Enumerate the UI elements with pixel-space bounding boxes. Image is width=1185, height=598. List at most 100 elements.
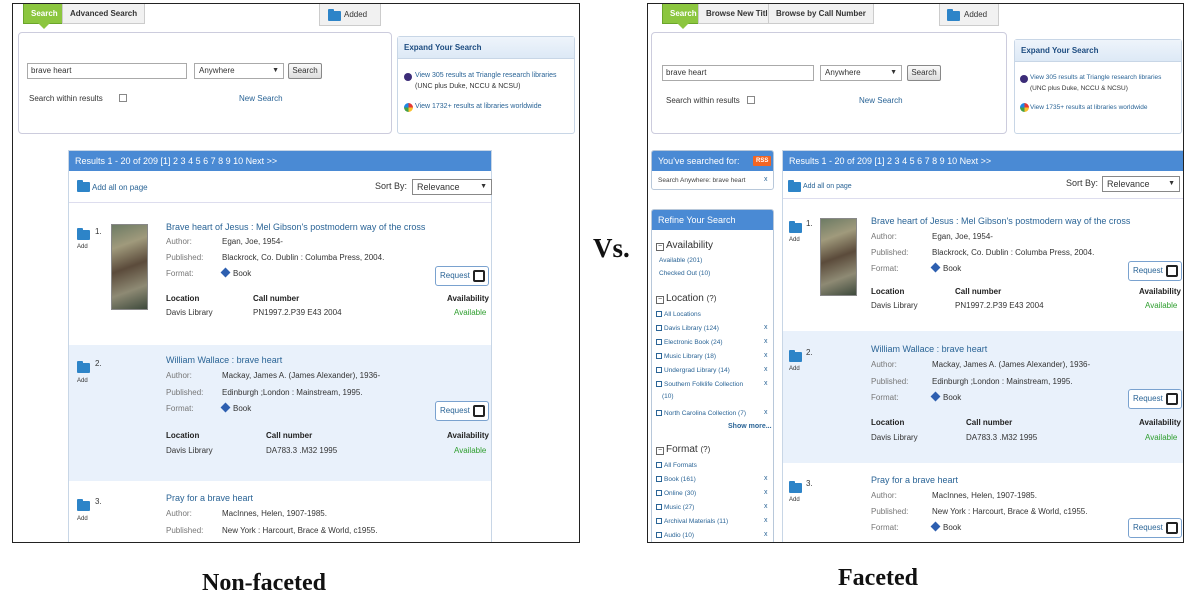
added-items-tab[interactable]: Added (0) [939, 4, 999, 41]
facet-item-label: Audio (10) [664, 532, 694, 539]
facet-item-music[interactable]: Music (27) [656, 504, 694, 511]
call-number-heading: Call number [955, 287, 1002, 296]
request-button[interactable]: Request [1128, 518, 1182, 538]
add-label[interactable]: Add [77, 378, 88, 384]
exclude-icon[interactable]: x [764, 324, 768, 331]
request-button[interactable]: Request [435, 266, 489, 286]
remove-search-icon[interactable]: x [764, 176, 768, 183]
published-value: Blackrock, Co. Dublin : Columba Press, 2… [222, 253, 385, 262]
search-button[interactable]: Search [907, 65, 941, 81]
folder-icon[interactable] [77, 499, 90, 511]
add-all-link[interactable]: Add all on page [92, 183, 148, 192]
book-icon [930, 521, 941, 532]
facet-item-music-library[interactable]: Music Library (18) [656, 353, 716, 360]
book-cover-image[interactable] [111, 224, 148, 310]
folder-icon[interactable] [789, 350, 802, 362]
format-facet-title[interactable]: − Format (?) [656, 444, 710, 455]
result-number: 3. [95, 497, 102, 506]
sort-select[interactable]: Relevance ▼ [412, 179, 492, 195]
search-scope-select[interactable]: Anywhere ▼ [820, 65, 902, 81]
availability-status: Available [1145, 301, 1178, 310]
folder-icon[interactable] [789, 221, 802, 233]
results-pagination-bar[interactable]: Results 1 - 20 of 209 [1] 2 3 4 5 6 7 8 … [783, 151, 1183, 171]
triangle-libraries-link[interactable]: View 305 results at Triangle research li… [1030, 74, 1161, 81]
search-button[interactable]: Search [288, 63, 322, 79]
facet-item-available[interactable]: Available (201) [659, 257, 702, 264]
exclude-icon[interactable]: x [764, 531, 768, 538]
search-input[interactable]: brave heart [27, 63, 187, 79]
facet-item-book[interactable]: Book (161) [656, 476, 696, 483]
folder-icon[interactable] [77, 228, 90, 240]
facet-item-online[interactable]: Online (30) [656, 490, 696, 497]
add-label[interactable]: Add [789, 497, 800, 503]
author-value: Egan, Joe, 1954- [222, 237, 283, 246]
exclude-icon[interactable]: x [764, 366, 768, 373]
search-scope-select[interactable]: Anywhere ▼ [194, 63, 284, 79]
results-pagination-bar[interactable]: Results 1 - 20 of 209 [1] 2 3 4 5 6 7 8 … [69, 151, 491, 171]
facet-item-davis[interactable]: Davis Library (124) [656, 325, 719, 332]
availability-heading: Availability [1139, 287, 1181, 296]
triangle-libraries-link[interactable]: View 305 results at Triangle research li… [415, 72, 557, 79]
exclude-icon[interactable]: x [764, 338, 768, 345]
author-value: Egan, Joe, 1954- [932, 232, 993, 241]
location-facet-title[interactable]: − Location (?) [656, 293, 716, 304]
add-all-link[interactable]: Add all on page [803, 183, 852, 190]
folder-icon[interactable] [77, 361, 90, 373]
request-label: Request [1133, 523, 1163, 532]
request-button[interactable]: Request [435, 401, 489, 421]
location-heading: Location [871, 418, 905, 427]
result-title[interactable]: Brave heart of Jesus : Mel Gibson's post… [871, 216, 1130, 226]
facet-item-electronic[interactable]: Electronic Book (24) [656, 339, 723, 346]
new-search-link[interactable]: New Search [239, 94, 283, 103]
exclude-icon[interactable]: x [764, 489, 768, 496]
worldcat-link[interactable]: View 1735+ results at libraries worldwid… [1030, 104, 1147, 111]
exclude-icon[interactable]: x [764, 352, 768, 359]
folder-icon[interactable] [789, 481, 802, 493]
result-title[interactable]: Brave heart of Jesus : Mel Gibson's post… [166, 222, 425, 232]
result-title[interactable]: Pray for a brave heart [871, 475, 958, 485]
rss-icon[interactable]: RSS [753, 156, 772, 166]
exclude-icon[interactable]: x [764, 517, 768, 524]
add-label[interactable]: Add [789, 366, 800, 372]
facet-item-archival[interactable]: Archival Materials (11) [656, 518, 728, 525]
add-label[interactable]: Add [77, 516, 88, 522]
added-items-tab[interactable]: Added (0) [319, 4, 381, 41]
new-search-link[interactable]: New Search [859, 96, 903, 105]
result-title[interactable]: William Wallace : brave heart [871, 344, 987, 354]
tab-search[interactable]: Search [23, 4, 66, 29]
facet-item-audio[interactable]: Audio (10) [656, 532, 694, 539]
facet-item-southern-folklife[interactable]: Southern Folklife Collection [656, 381, 743, 388]
search-within-checkbox[interactable] [119, 94, 127, 102]
exclude-icon[interactable]: x [764, 380, 768, 387]
exclude-icon[interactable]: x [764, 409, 768, 416]
help-icon[interactable]: (?) [700, 445, 710, 454]
published-value: Edinburgh ;London : Mainstream, 1995. [932, 377, 1073, 386]
request-button[interactable]: Request [1128, 389, 1182, 409]
facet-item-nc-collection[interactable]: North Carolina Collection (7) [656, 410, 746, 417]
tab-browse-call-number[interactable]: Browse by Call Number [768, 4, 874, 24]
request-button[interactable]: Request [1128, 261, 1182, 281]
tab-advanced-search[interactable]: Advanced Search [62, 4, 146, 24]
help-icon[interactable]: (?) [707, 294, 717, 303]
sort-select[interactable]: Relevance ▼ [1102, 176, 1180, 192]
search-within-checkbox[interactable] [747, 96, 755, 104]
add-label[interactable]: Add [789, 237, 800, 243]
facet-item-undergrad[interactable]: Undergrad Library (14) [656, 367, 730, 374]
result-title[interactable]: William Wallace : brave heart [166, 355, 282, 365]
triangle-libraries-icon [404, 73, 412, 81]
worldcat-link[interactable]: View 1732+ results at libraries worldwid… [415, 103, 542, 110]
availability-facet-title[interactable]: − Availability [656, 240, 713, 251]
availability-status: Available [454, 446, 487, 455]
exclude-icon[interactable]: x [764, 475, 768, 482]
show-more-link[interactable]: Show more... [728, 423, 772, 430]
add-label[interactable]: Add [77, 244, 88, 250]
search-input[interactable]: brave heart [662, 65, 814, 81]
facet-item-checked-out[interactable]: Checked Out (10) [659, 270, 710, 277]
search-panel: brave heart Anywhere ▼ Search Search with… [18, 32, 392, 134]
result-title[interactable]: Pray for a brave heart [166, 493, 253, 503]
facet-item-all-formats[interactable]: All Formats [656, 462, 697, 469]
facet-item-all-locations[interactable]: All Locations [656, 311, 701, 318]
exclude-icon[interactable]: x [764, 503, 768, 510]
checkbox-icon [656, 518, 662, 524]
book-cover-image[interactable] [820, 218, 857, 296]
